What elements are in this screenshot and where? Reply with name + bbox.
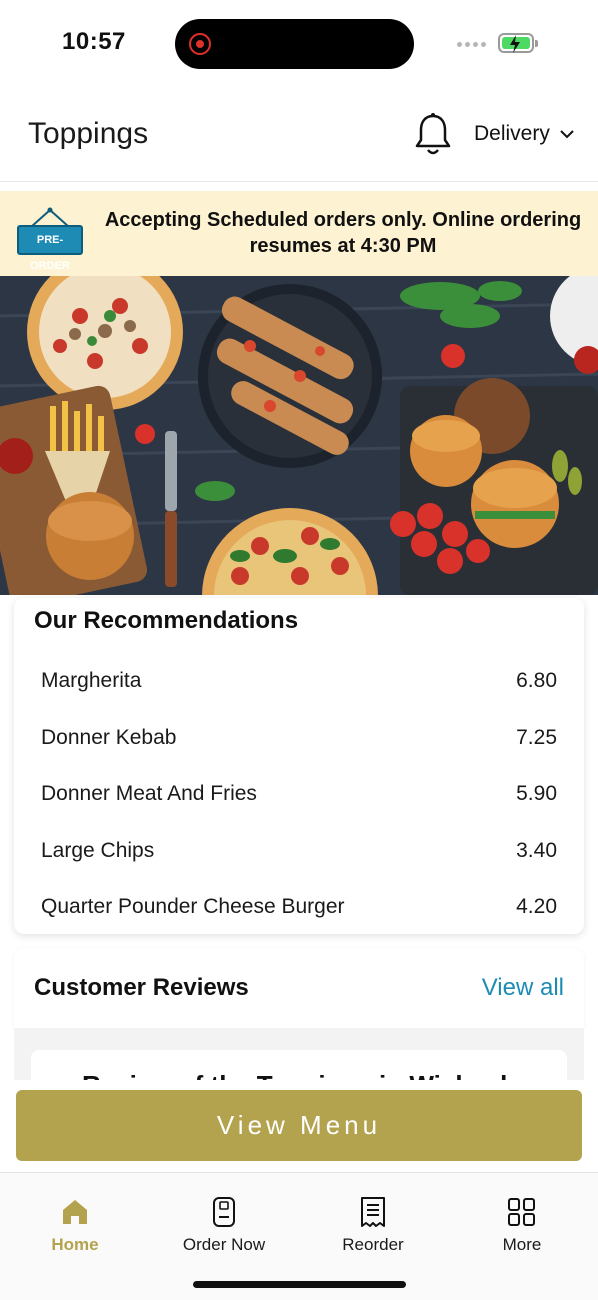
notice-text: Accepting Scheduled orders only. Online … <box>104 209 582 257</box>
item-price: 7.25 <box>516 725 557 749</box>
chevron-down-icon <box>560 130 574 139</box>
tab-home-label: Home <box>51 1235 99 1254</box>
list-item[interactable]: Donner Meat And Fries 5.90 <box>41 766 557 823</box>
phone-order-icon <box>213 1197 235 1227</box>
item-price: 6.80 <box>516 669 557 693</box>
item-name: Quarter Pounder Cheese Burger <box>41 895 345 919</box>
home-icon <box>63 1200 87 1224</box>
list-item[interactable]: Margherita 6.80 <box>41 653 557 710</box>
tab-reorder-label: Reorder <box>342 1235 404 1254</box>
item-name: Donner Meat And Fries <box>41 782 257 806</box>
home-indicator[interactable] <box>193 1281 406 1288</box>
tab-more[interactable]: More <box>447 1195 597 1255</box>
tab-order-now[interactable]: Order Now <box>149 1195 299 1255</box>
scheduled-orders-notice: PRE-ORDER Accepting Scheduled orders onl… <box>0 191 598 276</box>
tab-more-label: More <box>502 1235 542 1254</box>
status-bar: 10:57 <box>0 0 598 90</box>
status-time: 10:57 <box>62 28 126 55</box>
recording-icon <box>189 33 211 55</box>
list-item[interactable]: Large Chips 3.40 <box>41 823 557 880</box>
bell-icon[interactable] <box>413 112 453 163</box>
reviews-title: Customer Reviews <box>34 974 249 1001</box>
customer-reviews-header: Customer Reviews View all <box>14 948 584 1028</box>
item-price: 5.90 <box>516 782 557 806</box>
delivery-mode-label: Delivery <box>474 122 550 145</box>
tab-home[interactable]: Home <box>0 1195 150 1255</box>
grid-icon <box>508 1198 535 1226</box>
recommendations-list: Margherita 6.80 Donner Kebab 7.25 Donner… <box>41 653 557 936</box>
signal-icon <box>457 42 486 47</box>
delivery-mode-dropdown[interactable]: Delivery <box>474 122 574 146</box>
item-price: 4.20 <box>516 895 557 919</box>
dynamic-island <box>175 19 414 69</box>
list-item[interactable]: Donner Kebab 7.25 <box>41 710 557 767</box>
view-all-reviews-link[interactable]: View all <box>482 974 564 1002</box>
view-menu-button[interactable]: View Menu <box>16 1090 582 1161</box>
item-name: Margherita <box>41 669 142 693</box>
recommendations-title: Our Recommendations <box>34 607 299 634</box>
pre-order-badge: PRE-ORDER <box>17 207 83 272</box>
tab-order-now-label: Order Now <box>182 1235 266 1254</box>
page-title: Toppings <box>28 117 149 150</box>
item-name: Donner Kebab <box>41 725 177 749</box>
list-item[interactable]: Quarter Pounder Cheese Burger 4.20 <box>41 879 557 936</box>
recommendations-card: Our Recommendations Margherita 6.80 Donn… <box>14 598 584 934</box>
item-name: Large Chips <box>41 838 155 862</box>
cta-background <box>0 1080 598 1090</box>
pre-order-label: PRE-ORDER <box>17 225 83 272</box>
app-header: Toppings Delivery <box>0 90 598 182</box>
tab-reorder[interactable]: Reorder <box>298 1195 448 1255</box>
hero-food-image <box>0 276 598 595</box>
battery-icon <box>498 33 538 53</box>
receipt-icon <box>361 1197 385 1227</box>
item-price: 3.40 <box>516 838 557 862</box>
